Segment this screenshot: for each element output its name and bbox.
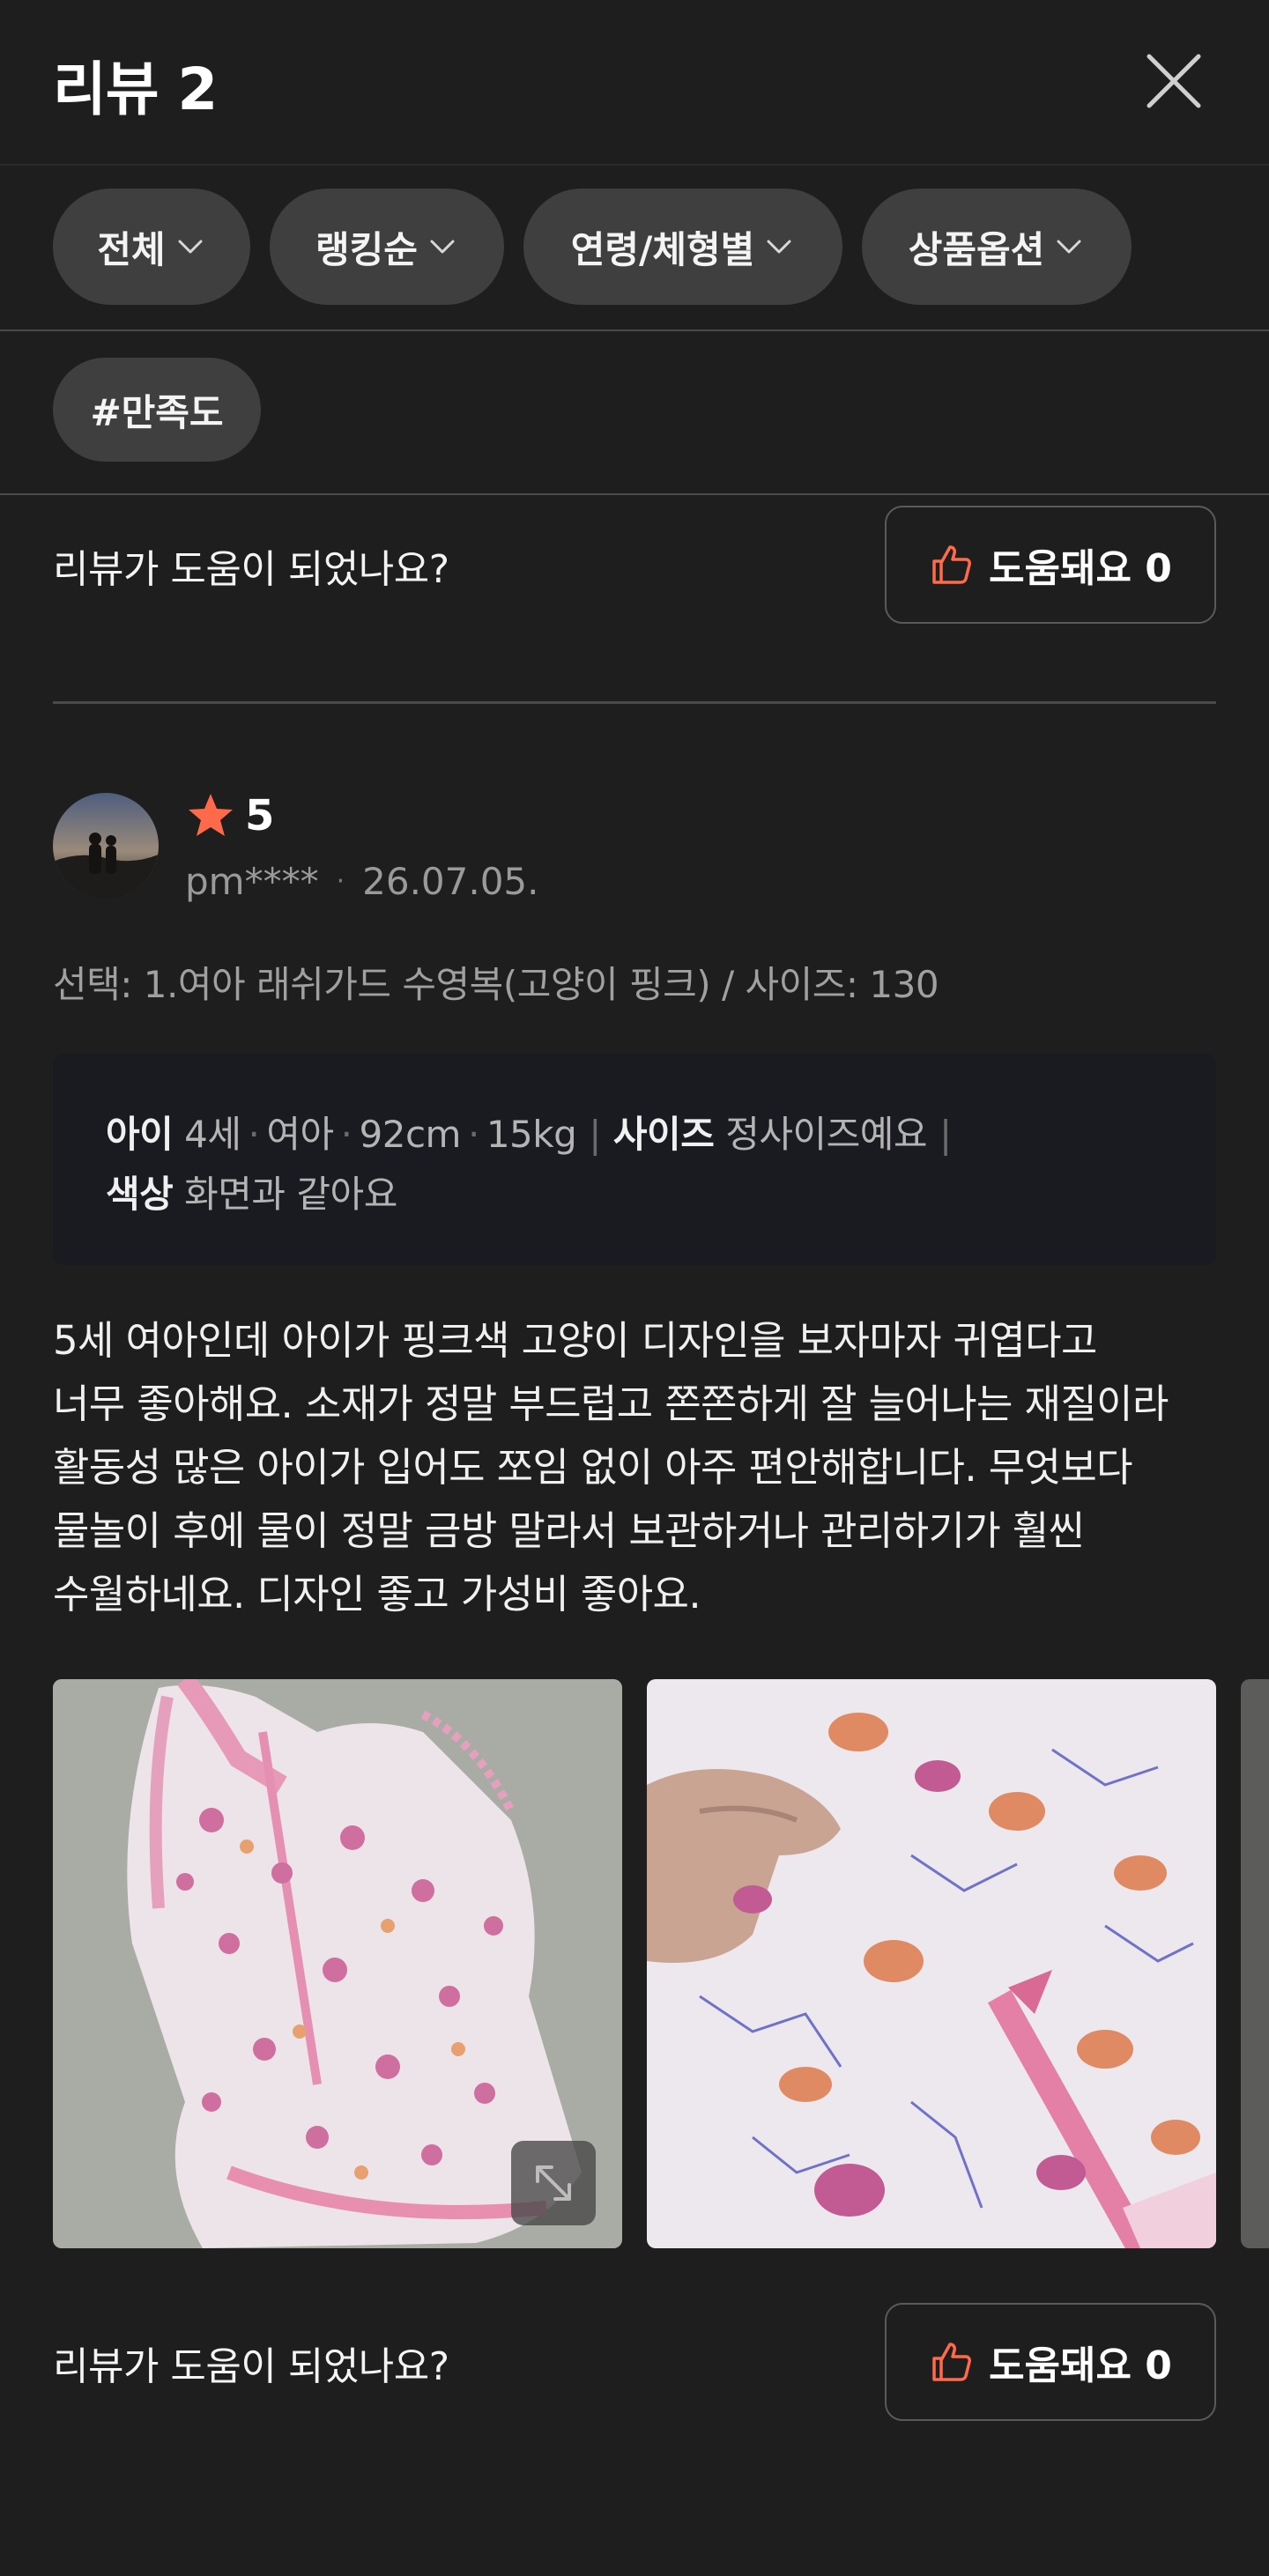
review-divider bbox=[53, 701, 1216, 704]
review-meta: pm**** · 26.07.05. bbox=[185, 860, 539, 903]
filter-age-body-chip[interactable]: 연령/체형별 bbox=[523, 189, 842, 305]
color-value: 화면과 같아요 bbox=[184, 1173, 397, 1216]
review-line: 수월하네요. 디자인 좋고 가성비 좋아요. bbox=[53, 1571, 701, 1617]
helpful-button[interactable]: 도움돼요 0 bbox=[885, 506, 1216, 624]
review-username: pm**** bbox=[185, 860, 319, 903]
filter-bar: 전체 랭킹순 연령/체형별 상품옵션 bbox=[0, 166, 1269, 331]
filter-option-chip[interactable]: 상품옵션 bbox=[862, 189, 1132, 305]
child-weight: 15kg bbox=[486, 1113, 577, 1156]
child-info-box: 아이 4세 · 여아 · 92cm · 15kg | 사이즈 정사이즈예요 | 색상 화면과 같아… bbox=[53, 1054, 1216, 1265]
review-line: 너무 좋아해요. 소재가 정말 부드럽고 쫀쫀하게 잘 늘어나는 재질이라 bbox=[53, 1381, 1169, 1427]
expand-icon bbox=[536, 2165, 571, 2201]
filter-label: 전체 bbox=[97, 227, 166, 271]
avatar-image bbox=[53, 793, 159, 899]
tag-satisfaction[interactable]: #만족도 bbox=[53, 358, 261, 462]
review-body: 5세 여아인데 아이가 핑크색 고양이 디자인을 보자마자 귀엽다고 너무 좋아… bbox=[53, 1309, 1225, 1626]
review-line: 5세 여아인데 아이가 핑크색 고양이 디자인을 보자마자 귀엽다고 bbox=[53, 1317, 1097, 1364]
size-value: 정사이즈예요 bbox=[725, 1113, 928, 1156]
helpful-row-previous: 리뷰가 도움이 되었나요? 도움돼요 0 bbox=[0, 506, 1269, 624]
filter-label: 랭킹순 bbox=[315, 227, 418, 271]
tag-bar: #만족도 bbox=[0, 331, 1269, 495]
avatar bbox=[53, 793, 159, 899]
color-label: 색상 bbox=[106, 1173, 174, 1216]
review-line: 활동성 많은 아이가 입어도 쪼임 없이 아주 편안해합니다. 무엇보다 bbox=[53, 1444, 1133, 1491]
meta-dot: · bbox=[336, 866, 345, 897]
review-line: 물놀이 후에 물이 정말 금방 말라서 보관하거나 관리하기가 훨씬 bbox=[53, 1507, 1085, 1554]
purchased-option: 선택: 1.여아 래쉬가드 수영복(고양이 핑크) / 사이즈: 130 bbox=[53, 963, 939, 1006]
page-title: 리뷰 2 bbox=[53, 56, 218, 123]
thumbs-up-icon bbox=[932, 2343, 972, 2381]
expand-photo-button[interactable] bbox=[511, 2141, 596, 2225]
rating-value: 5 bbox=[245, 791, 275, 840]
close-button[interactable] bbox=[1146, 53, 1202, 109]
filter-label: 연령/체형별 bbox=[570, 227, 755, 271]
filter-ranking-chip[interactable]: 랭킹순 bbox=[270, 189, 504, 305]
chevron-down-icon bbox=[1057, 240, 1081, 254]
info-line-2: 색상 화면과 같아요 bbox=[106, 1165, 1163, 1225]
star-icon bbox=[189, 794, 233, 836]
thumbs-up-icon bbox=[932, 545, 972, 584]
chevron-down-icon bbox=[767, 240, 791, 254]
filter-all-chip[interactable]: 전체 bbox=[53, 189, 250, 305]
review-rating: 5 bbox=[185, 789, 274, 842]
child-label: 아이 bbox=[106, 1113, 174, 1156]
chevron-down-icon bbox=[178, 240, 203, 254]
close-icon bbox=[1147, 54, 1201, 108]
helpful-button[interactable]: 도움돼요 0 bbox=[885, 2303, 1216, 2421]
helpful-question: 리뷰가 도움이 되었나요? bbox=[53, 2344, 449, 2389]
helpful-button-label: 도움돼요 0 bbox=[989, 2343, 1172, 2388]
helpful-button-label: 도움돼요 0 bbox=[989, 546, 1172, 591]
size-label: 사이즈 bbox=[612, 1113, 715, 1156]
helpful-row: 리뷰가 도움이 되었나요? 도움돼요 0 bbox=[0, 2303, 1269, 2421]
filter-label: 상품옵션 bbox=[908, 227, 1045, 271]
chevron-down-icon bbox=[430, 240, 455, 254]
review-date: 26.07.05. bbox=[362, 860, 539, 903]
info-line-1: 아이 4세 · 여아 · 92cm · 15kg | 사이즈 정사이즈예요 | bbox=[106, 1113, 952, 1156]
review-header: 리뷰 2 bbox=[0, 0, 1269, 166]
review-photo-2[interactable] bbox=[647, 1679, 1216, 2248]
fabric-closeup-image bbox=[647, 1679, 1216, 2248]
helpful-question: 리뷰가 도움이 되었나요? bbox=[53, 547, 449, 592]
review-photo-3-partial[interactable] bbox=[1241, 1679, 1269, 2248]
child-age: 4세 bbox=[184, 1113, 241, 1156]
child-gender: 여아 bbox=[266, 1113, 334, 1156]
child-height: 92cm bbox=[359, 1113, 462, 1156]
